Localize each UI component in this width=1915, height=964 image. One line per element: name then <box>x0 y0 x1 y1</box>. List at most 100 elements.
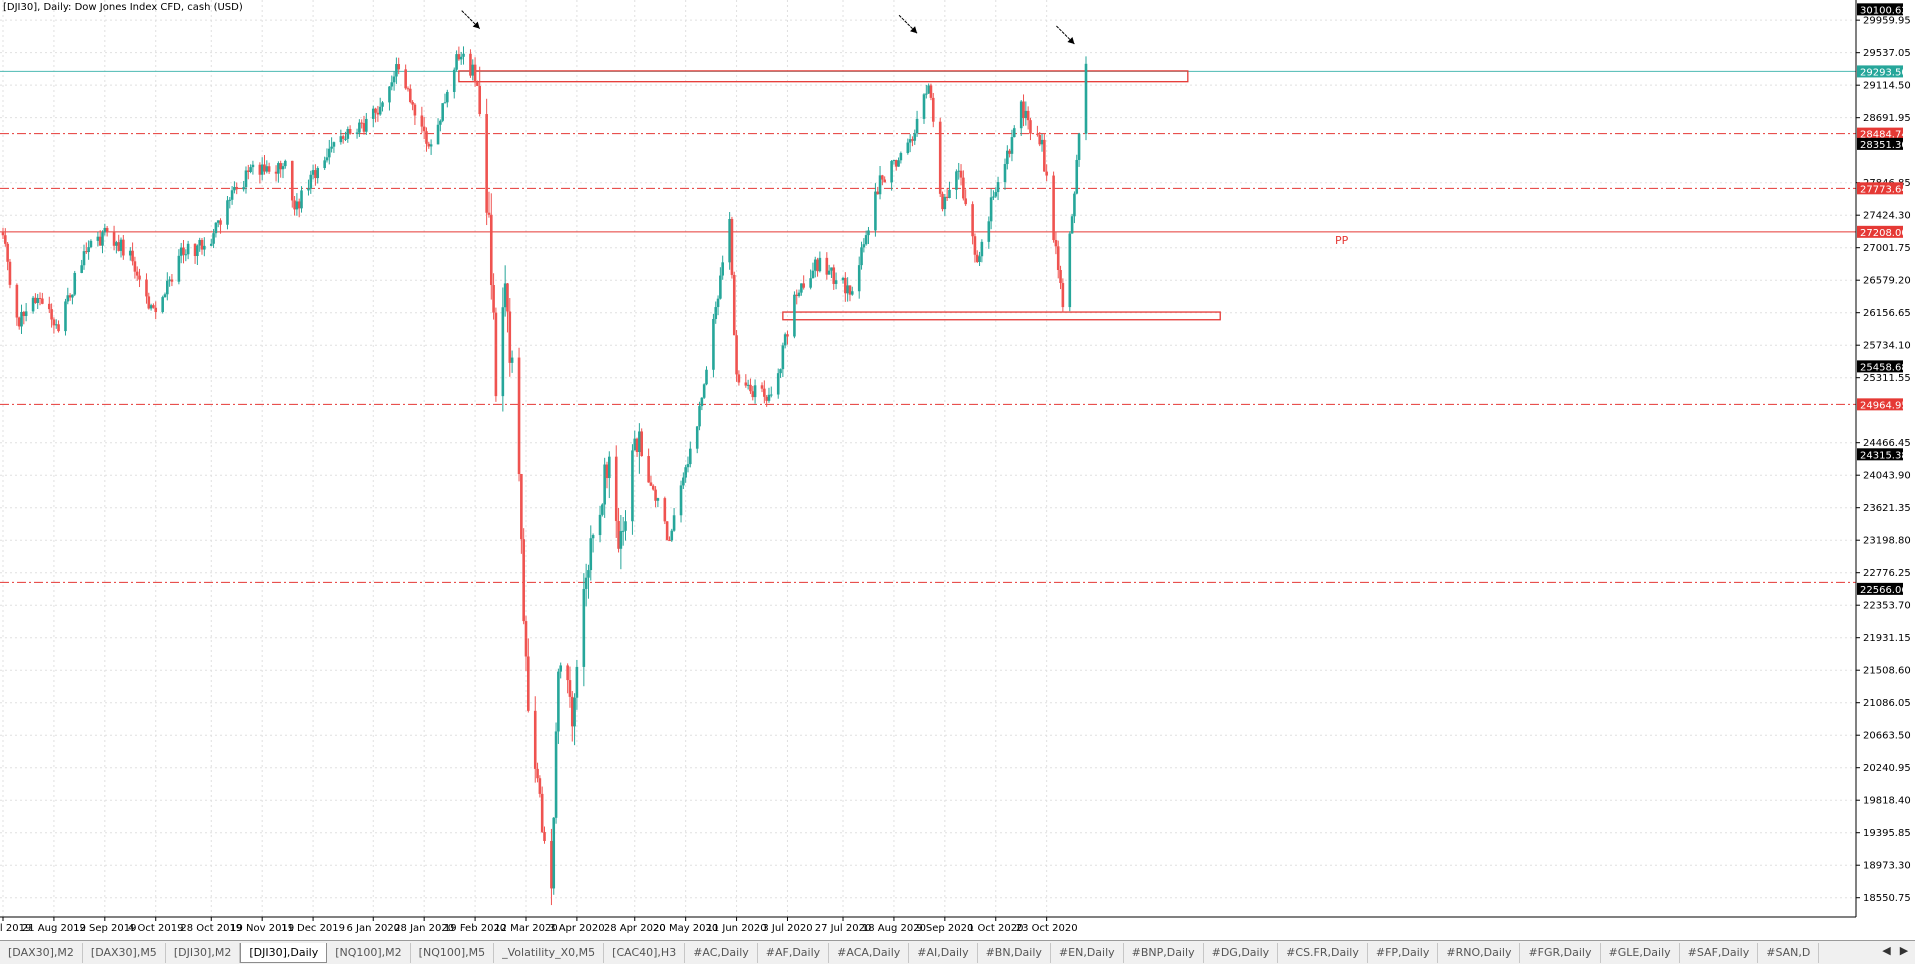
tab-13[interactable]: #EN,Daily <box>1051 943 1124 963</box>
tab-16[interactable]: #CS.FR,Daily <box>1278 943 1368 963</box>
tab-14[interactable]: #BNP,Daily <box>1124 943 1204 963</box>
candle-body <box>647 456 650 483</box>
zone-rectangle <box>458 70 1189 83</box>
candle-body <box>230 190 234 200</box>
tab-10[interactable]: #ACA,Daily <box>829 943 910 963</box>
tab-9[interactable]: #AF,Daily <box>758 943 830 963</box>
candle-body <box>712 318 715 370</box>
candle-body <box>54 324 58 326</box>
candle-body <box>425 131 428 144</box>
time-tick-label: 23 Oct 2020 <box>1016 923 1078 934</box>
tab-17[interactable]: #FP,Daily <box>1368 943 1439 963</box>
candle-body <box>300 190 303 209</box>
candle-body <box>36 298 40 303</box>
tab-12[interactable]: #BN,Daily <box>978 943 1051 963</box>
candle-body <box>38 298 42 300</box>
candle-body <box>522 539 525 622</box>
tab-15[interactable]: #DG,Daily <box>1204 943 1279 963</box>
candle-body <box>216 220 220 223</box>
price-tick-label: 22353.70 <box>1863 601 1911 612</box>
time-tick-label: 4 Oct 2019 <box>128 923 183 934</box>
candle-body <box>242 187 245 190</box>
candle-body <box>633 438 637 451</box>
candle-body <box>899 153 903 161</box>
candle-body <box>138 275 141 280</box>
candle-body <box>311 170 315 175</box>
candle-body <box>307 188 310 191</box>
price-tick-label: 22776.25 <box>1863 568 1911 579</box>
candle-body <box>938 121 942 194</box>
price-tick-label: 18550.75 <box>1863 893 1911 904</box>
candle-body <box>439 120 442 125</box>
pp-annotation: PP <box>1335 234 1349 247</box>
candle-body <box>96 236 100 241</box>
candle-body <box>219 220 222 225</box>
candle-body <box>145 279 148 297</box>
tab-19[interactable]: #FGR,Daily <box>1520 943 1601 963</box>
candle-body <box>568 680 572 697</box>
tab-22[interactable]: #SAN,D <box>1758 943 1820 963</box>
candle-body <box>154 307 158 312</box>
candle-body <box>332 142 336 147</box>
candle-body <box>795 294 799 297</box>
candle-body <box>746 384 750 386</box>
tab-0[interactable]: [DAX30],M2 <box>0 943 83 963</box>
candle-body <box>314 170 317 179</box>
candle-body <box>489 214 493 286</box>
candle-body <box>378 106 382 115</box>
candle-body <box>6 243 9 262</box>
candle-body <box>179 247 183 256</box>
candle-body <box>166 280 169 295</box>
candle-body <box>344 138 347 140</box>
tab-scroll-left-icon[interactable]: ◀ <box>1880 944 1894 957</box>
candle-body <box>1075 159 1079 194</box>
candle-body <box>860 247 863 266</box>
tab-11[interactable]: #AI,Daily <box>909 943 978 963</box>
candle-body <box>17 317 21 327</box>
candle-body <box>992 196 995 198</box>
candle-body <box>730 218 734 275</box>
candle-body <box>459 56 463 60</box>
candle-body <box>832 267 836 284</box>
price-label: 27208.00 <box>1860 228 1908 239</box>
candle-body <box>781 345 785 370</box>
tab-scroll-right-icon[interactable]: ▶ <box>1897 944 1911 957</box>
tab-8[interactable]: #AC,Daily <box>685 943 758 963</box>
tab-18[interactable]: #RNO,Daily <box>1438 943 1521 963</box>
candle-body <box>228 199 232 201</box>
tab-4[interactable]: [NQ100],M2 <box>327 943 411 963</box>
candle-body <box>763 388 766 397</box>
tab-20[interactable]: #GLE,Daily <box>1601 943 1680 963</box>
tab-21[interactable]: #SAF,Daily <box>1680 943 1759 963</box>
candle-body <box>492 285 495 313</box>
price-chart[interactable]: 29959.9529537.0529114.5028691.9527846.85… <box>0 0 1915 940</box>
candle-body <box>277 163 280 174</box>
candle-body <box>684 467 687 478</box>
candle-body <box>406 88 410 90</box>
candle-body <box>441 103 444 121</box>
chart-title: [DJI30], Daily: Dow Jones Index CFD, cas… <box>3 2 243 13</box>
tab-1[interactable]: [DAX30],M5 <box>83 943 166 963</box>
candle-body <box>20 311 23 327</box>
price-tick-label: 29114.50 <box>1863 81 1911 92</box>
tab-3[interactable]: [DJI30],Daily <box>240 943 328 963</box>
candle-body <box>226 200 229 225</box>
candle-body <box>71 294 74 298</box>
candle-body <box>862 244 866 248</box>
candle-body <box>365 118 368 132</box>
tab-2[interactable]: [DJI30],M2 <box>166 943 241 963</box>
candle-body <box>834 280 838 284</box>
time-tick-label: 6 Jan 2020 <box>346 923 400 934</box>
price-tick-label: 21508.60 <box>1863 666 1911 677</box>
candle-body <box>244 170 248 188</box>
candle-body <box>1012 128 1016 138</box>
tab-7[interactable]: [CAC40],H3 <box>604 943 686 963</box>
candle-body <box>1073 193 1076 217</box>
candle-body <box>800 283 803 293</box>
tab-6[interactable]: _Volatility_X0,M5 <box>494 943 605 963</box>
candle-body <box>714 307 718 319</box>
candle-body <box>1043 139 1046 172</box>
candle-body <box>323 160 326 169</box>
tab-5[interactable]: [NQ100],M5 <box>411 943 495 963</box>
candle-body <box>24 311 28 317</box>
